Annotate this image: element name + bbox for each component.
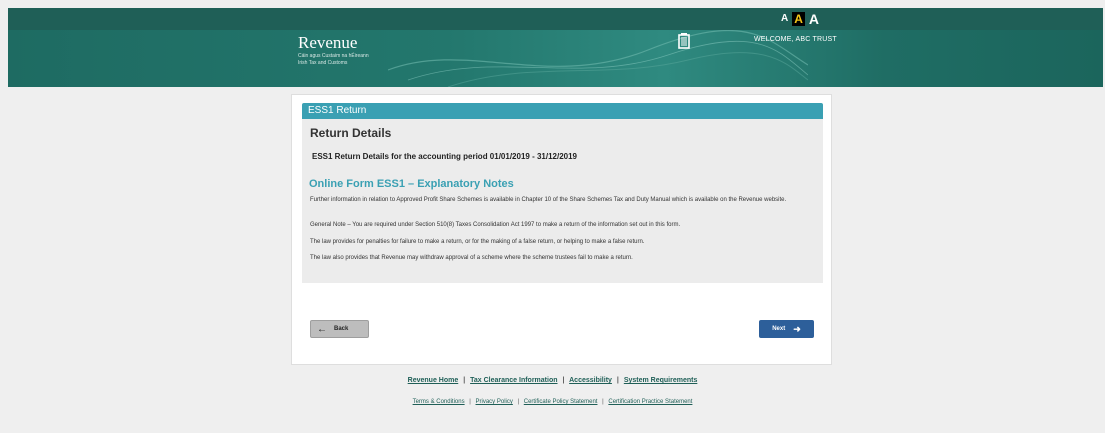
- back-button[interactable]: ← Back: [310, 320, 369, 338]
- footer-link-system-requirements[interactable]: System Requirements: [624, 377, 698, 384]
- note-paragraph: The law also provides that Revenue may w…: [310, 255, 633, 261]
- top-utility-bar: A A A: [8, 8, 1103, 30]
- arrow-left-icon: ←: [317, 323, 327, 335]
- text-size-large-button[interactable]: A: [807, 12, 821, 26]
- text-size-small-button[interactable]: A: [779, 12, 790, 26]
- harp-icon: [678, 33, 690, 49]
- back-button-label: Back: [334, 326, 349, 332]
- footer-separator: |: [463, 377, 466, 384]
- footer-link-tax-clearance[interactable]: Tax Clearance Information: [470, 377, 557, 384]
- footer-link-accessibility[interactable]: Accessibility: [569, 377, 612, 384]
- logo-name: Revenue: [298, 33, 358, 52]
- logo-subtitle-english: Irish Tax and Customs: [298, 60, 348, 66]
- footer-secondary-links: Terms & Conditions | Privacy Policy | Ce…: [0, 399, 1105, 405]
- page-title: Return Details: [310, 126, 392, 140]
- footer-link-certificate-policy[interactable]: Certificate Policy Statement: [524, 399, 598, 405]
- return-details-panel: Return Details ESS1 Return Details for t…: [302, 119, 823, 283]
- arrow-right-icon: ➜: [793, 323, 801, 334]
- footer-separator: |: [469, 399, 471, 405]
- footer-primary-links: Revenue Home | Tax Clearance Information…: [0, 377, 1105, 384]
- footer-link-terms[interactable]: Terms & Conditions: [413, 399, 465, 405]
- header-banner: Revenue Cáin agus Custaim na hÉireann Ir…: [8, 30, 1103, 87]
- accounting-period-heading: ESS1 Return Details for the accounting p…: [312, 152, 577, 161]
- footer-link-certification-practice[interactable]: Certification Practice Statement: [608, 399, 692, 405]
- note-paragraph: Further information in relation to Appro…: [310, 197, 787, 203]
- revenue-logo[interactable]: Revenue Cáin agus Custaim na hÉireann Ir…: [298, 33, 690, 67]
- explanatory-notes-title: Online Form ESS1 – Explanatory Notes: [309, 178, 514, 190]
- footer-separator: |: [517, 399, 520, 405]
- footer-link-privacy[interactable]: Privacy Policy: [476, 399, 513, 405]
- text-size-controls: A A A: [779, 8, 821, 30]
- next-button-label: Next: [772, 326, 786, 332]
- next-button[interactable]: Next ➜: [759, 320, 814, 338]
- welcome-message: WELCOME, ABC TRUST: [754, 36, 837, 43]
- card-header: ESS1 Return: [302, 103, 823, 119]
- banner-wave-decoration: [388, 30, 808, 87]
- return-card: ESS1 Return Return Details ESS1 Return D…: [291, 94, 832, 365]
- note-paragraph: General Note – You are required under Se…: [310, 222, 681, 228]
- footer-separator: |: [562, 377, 565, 384]
- footer-separator: |: [616, 377, 619, 384]
- logo-subtitle-irish: Cáin agus Custaim na hÉireann: [298, 53, 369, 59]
- footer-link-revenue-home[interactable]: Revenue Home: [408, 377, 459, 384]
- text-size-medium-button[interactable]: A: [792, 12, 805, 26]
- card-header-title: ESS1 Return: [308, 105, 367, 116]
- footer-separator: |: [602, 399, 604, 405]
- note-paragraph: The law provides for penalties for failu…: [310, 239, 645, 245]
